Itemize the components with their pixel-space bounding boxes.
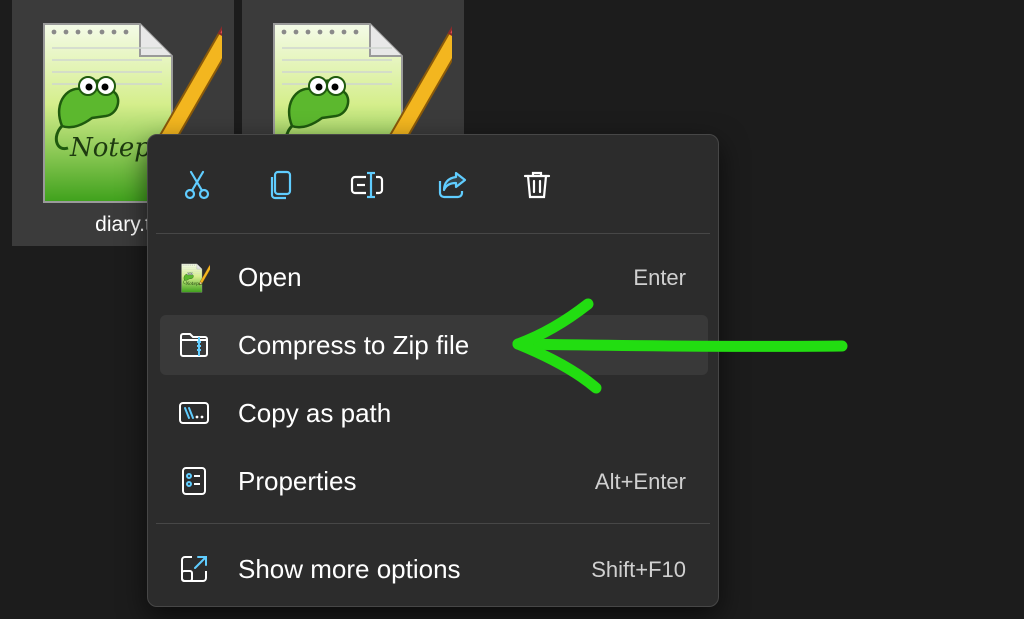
- menu-item-shortcut: Alt+Enter: [594, 469, 686, 494]
- menu-item-copy-as-path[interactable]: Copy as path: [160, 383, 708, 443]
- menu-item-label: Copy as path: [238, 398, 392, 428]
- zip-folder-icon: [178, 329, 210, 361]
- notepad-plus-plus-icon: [178, 261, 210, 293]
- share-button[interactable]: [430, 163, 474, 207]
- menu-separator: [156, 233, 710, 234]
- share-icon: [438, 171, 467, 199]
- cut-button[interactable]: [175, 163, 219, 207]
- context-menu: Open Enter Compress to Zip file Copy as …: [147, 134, 719, 607]
- delete-button[interactable]: [515, 163, 559, 207]
- copy-icon: [270, 170, 292, 200]
- menu-item-label: Open: [238, 262, 302, 292]
- menu-separator: [156, 523, 710, 524]
- delete-icon: [523, 171, 551, 199]
- menu-item-compress-zip[interactable]: Compress to Zip file: [160, 315, 708, 375]
- menu-item-label: Show more options: [238, 554, 461, 584]
- properties-icon: [178, 465, 210, 497]
- menu-item-open[interactable]: Open Enter: [160, 247, 708, 307]
- menu-item-show-more-options[interactable]: Show more options Shift+F10: [160, 539, 708, 599]
- menu-item-label: Properties: [238, 466, 357, 496]
- menu-item-shortcut: Enter: [633, 265, 686, 290]
- rename-button[interactable]: [345, 163, 389, 207]
- rename-icon: [350, 171, 384, 199]
- copy-path-icon: [178, 397, 210, 429]
- menu-item-properties[interactable]: Properties Alt+Enter: [160, 451, 708, 511]
- menu-item-shortcut: Shift+F10: [591, 557, 686, 582]
- copy-button[interactable]: [260, 163, 304, 207]
- cut-icon: [184, 170, 210, 200]
- context-menu-toolbar: [148, 135, 718, 233]
- menu-item-label: Compress to Zip file: [238, 330, 470, 360]
- show-more-icon: [178, 553, 210, 585]
